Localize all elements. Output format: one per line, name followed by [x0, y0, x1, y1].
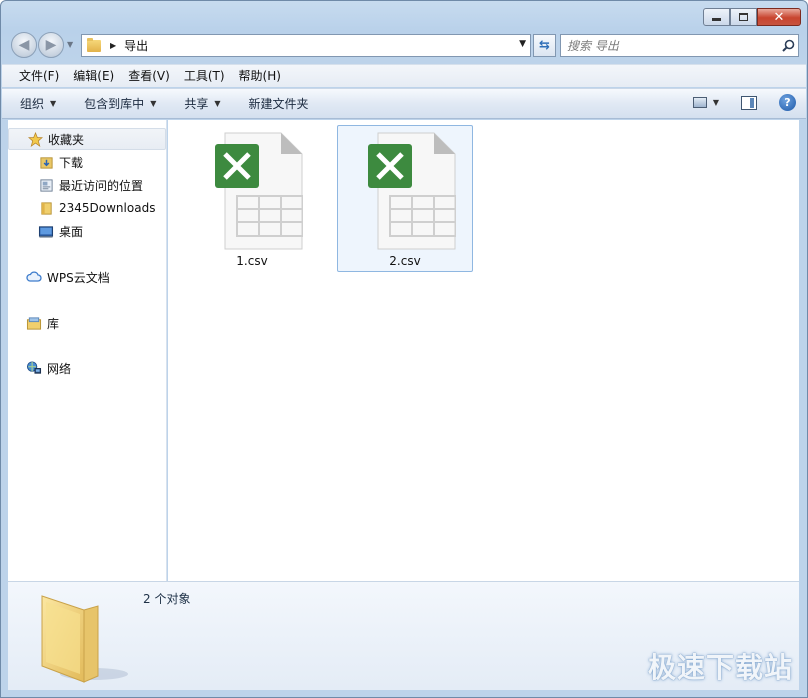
watermark-text: 极速下载站 [647, 651, 793, 684]
chevron-down-icon: ▼ [214, 99, 221, 108]
sidebar-item-label: 最近访问的位置 [59, 178, 144, 193]
sidebar-item-label: 网络 [47, 361, 72, 376]
sidebar-item-label: 桌面 [59, 224, 84, 239]
folder-icon [41, 595, 128, 683]
minimize-button[interactable] [703, 8, 730, 26]
sidebar-item-label: 下载 [59, 155, 84, 170]
view-controls: ▼ ? [692, 94, 796, 111]
view-dropdown-icon[interactable]: ▼ [713, 98, 719, 107]
details-pane: 2 个对象 极速下载站 [8, 581, 799, 690]
help-icon[interactable]: ? [779, 94, 796, 111]
file-item-1-csv[interactable]: 1.csv [184, 125, 320, 272]
file-item-2-csv[interactable]: 2.csv [337, 125, 473, 272]
menu-edit[interactable]: 编辑(E) [66, 65, 121, 87]
desktop-icon [38, 223, 54, 239]
recent-places-icon [38, 177, 54, 193]
arrow-right-icon: ▶ [45, 37, 57, 53]
search-input[interactable] [561, 35, 778, 56]
command-bar: 组织 ▼ 包含到库中 ▼ 共享 ▼ 新建文件夹 ▼ ? [2, 88, 806, 119]
search-box[interactable] [560, 34, 799, 57]
menu-file[interactable]: 文件(F) [12, 65, 66, 87]
star-icon [27, 131, 43, 147]
sidebar-item-network[interactable]: 网络 [8, 357, 166, 379]
back-button[interactable]: ◀ [11, 32, 37, 58]
breadcrumb-current[interactable]: 导出 [124, 37, 148, 54]
close-button[interactable]: ✕ [757, 8, 801, 26]
menu-bar: 文件(F) 编辑(E) 查看(V) 工具(T) 帮助(H) [2, 64, 806, 87]
recent-pages-dropdown[interactable]: ▼ [67, 40, 73, 49]
sidebar-item-favorites[interactable]: 收藏夹 [8, 128, 166, 150]
preview-pane-icon[interactable] [741, 95, 757, 110]
navigation-bar: ◀ ▶ ▼ ▶ 导出 ▼ ⇆ [9, 31, 799, 59]
menu-tools[interactable]: 工具(T) [177, 65, 232, 87]
arrow-left-icon: ◀ [18, 37, 30, 53]
file-list: 1.csv 2.csv [168, 120, 799, 581]
sidebar-item-label: WPS云文档 [47, 270, 110, 285]
sidebar-item-wps-cloud[interactable]: WPS云文档 [8, 266, 166, 288]
file-name: 2.csv [389, 254, 421, 268]
file-name: 1.csv [236, 254, 268, 268]
include-library-label: 包含到库中 [84, 97, 145, 111]
minimize-icon [712, 18, 721, 21]
sidebar-item-recent-places[interactable]: 最近访问的位置 [8, 174, 166, 196]
refresh-button[interactable]: ⇆ [533, 34, 556, 57]
address-bar[interactable]: ▶ 导出 ▼ [81, 34, 531, 57]
caption-buttons: ✕ [703, 8, 801, 26]
change-view-icon[interactable] [692, 97, 707, 108]
download-folder-icon [38, 154, 54, 170]
item-count: 2 个对象 [143, 592, 191, 606]
maximize-icon [739, 13, 748, 21]
sidebar-item-label: 库 [47, 316, 60, 331]
sidebar-item-desktop[interactable]: 桌面 [8, 220, 166, 242]
sidebar-item-label: 2345Downloads [59, 201, 156, 215]
chevron-down-icon: ▼ [50, 99, 57, 108]
share-button[interactable]: 共享 ▼ [184, 95, 220, 112]
forward-button[interactable]: ▶ [38, 32, 64, 58]
chevron-down-icon: ▼ [150, 99, 157, 108]
menu-view[interactable]: 查看(V) [121, 65, 177, 87]
organize-button[interactable]: 组织 ▼ [20, 95, 56, 112]
navigation-pane: 收藏夹 下载 最近访问的位置 2345Downloads 桌面 WPS云文档 库… [8, 120, 167, 581]
network-icon [26, 360, 42, 376]
breadcrumb-chevron-icon[interactable]: ▶ [110, 41, 116, 50]
new-folder-label: 新建文件夹 [248, 97, 309, 111]
address-dropdown-icon[interactable]: ▼ [519, 39, 526, 49]
explorer-window: ✕ ◀ ▶ ▼ ▶ 导出 ▼ ⇆ 文件(F) 编辑(E) 查看(V) 工具(T)… [0, 0, 808, 698]
sidebar-item-2345downloads[interactable]: 2345Downloads [8, 197, 166, 219]
folder-icon [38, 200, 54, 216]
new-folder-button[interactable]: 新建文件夹 [249, 95, 309, 112]
refresh-icon: ⇆ [539, 38, 550, 53]
maximize-button[interactable] [730, 8, 757, 26]
csv-file-icon [368, 132, 456, 250]
share-label: 共享 [184, 97, 209, 111]
folder-icon [87, 37, 101, 52]
search-icon[interactable] [778, 36, 798, 56]
csv-file-icon [215, 132, 303, 250]
close-icon: ✕ [773, 9, 785, 25]
sidebar-item-downloads[interactable]: 下载 [8, 151, 166, 173]
sidebar-item-label: 收藏夹 [48, 132, 85, 147]
organize-label: 组织 [20, 97, 45, 111]
menu-help[interactable]: 帮助(H) [232, 65, 288, 87]
library-icon [26, 315, 42, 331]
include-library-button[interactable]: 包含到库中 ▼ [84, 95, 156, 112]
sidebar-item-library[interactable]: 库 [8, 312, 166, 334]
cloud-icon [26, 269, 42, 285]
